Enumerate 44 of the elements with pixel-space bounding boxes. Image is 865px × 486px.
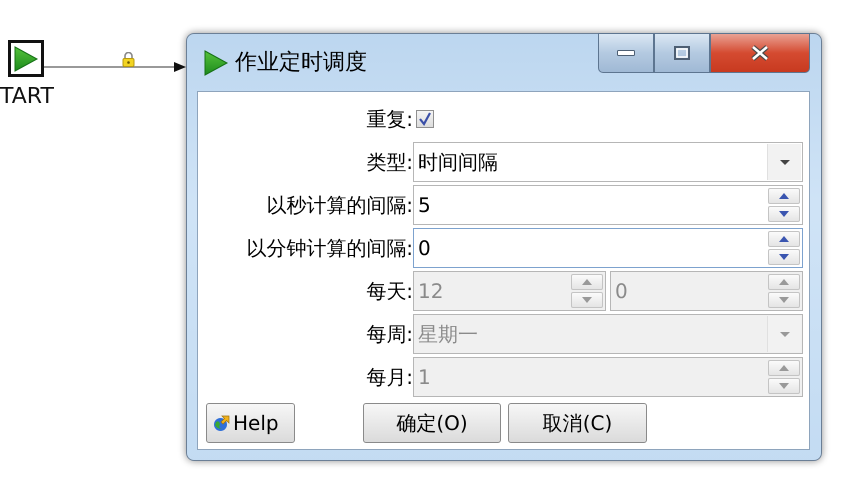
spin-up-button[interactable] (768, 188, 800, 204)
maximize-button[interactable] (654, 33, 710, 73)
window-title: 作业定时调度 (235, 49, 367, 77)
field-label: 重复: (365, 106, 413, 133)
field-label: 以分钟计算的间隔: (245, 235, 413, 262)
up-arrow-icon (779, 279, 789, 285)
down-arrow-icon (582, 297, 592, 303)
checkbox[interactable] (416, 110, 434, 128)
up-arrow-icon (779, 236, 789, 242)
field-label: 每天: (365, 278, 413, 305)
down-arrow-icon (779, 383, 789, 389)
help-button[interactable]: Help (206, 403, 295, 443)
close-button[interactable] (710, 33, 810, 73)
field-label: 每周: (365, 321, 413, 348)
minimize-button[interactable] (598, 33, 654, 73)
start-node[interactable] (8, 40, 44, 77)
spin-field[interactable]: 0 (413, 228, 803, 268)
up-arrow-icon (779, 365, 789, 371)
spin-down-button[interactable] (768, 206, 800, 222)
down-arrow-icon (779, 297, 789, 303)
play-icon (203, 48, 229, 76)
dropdown-field[interactable]: 时间间隔 (413, 142, 803, 182)
field-label: 类型: (365, 149, 413, 176)
spin-down-button[interactable] (768, 249, 800, 265)
cancel-button[interactable]: 取消(C) (508, 403, 647, 443)
lock-icon (122, 52, 135, 67)
field-label: 以秒计算的间隔: (265, 192, 413, 219)
globe-icon (213, 414, 231, 432)
spin-up-button[interactable] (768, 231, 800, 247)
ok-button[interactable]: 确定(O) (363, 403, 501, 443)
down-arrow-icon (779, 254, 789, 260)
minimize-icon (617, 50, 635, 56)
node-label: TART (0, 84, 54, 110)
close-icon (750, 45, 770, 61)
spin-field[interactable]: 5 (413, 185, 803, 225)
down-arrow-icon (779, 211, 789, 217)
up-arrow-icon (582, 279, 592, 285)
play-icon (13, 44, 39, 72)
up-arrow-icon (779, 193, 789, 199)
caret-icon (780, 160, 790, 164)
field-label: 每月: (365, 364, 413, 391)
check-icon (418, 112, 432, 126)
caret-icon (780, 332, 790, 336)
maximize-icon (674, 46, 690, 60)
